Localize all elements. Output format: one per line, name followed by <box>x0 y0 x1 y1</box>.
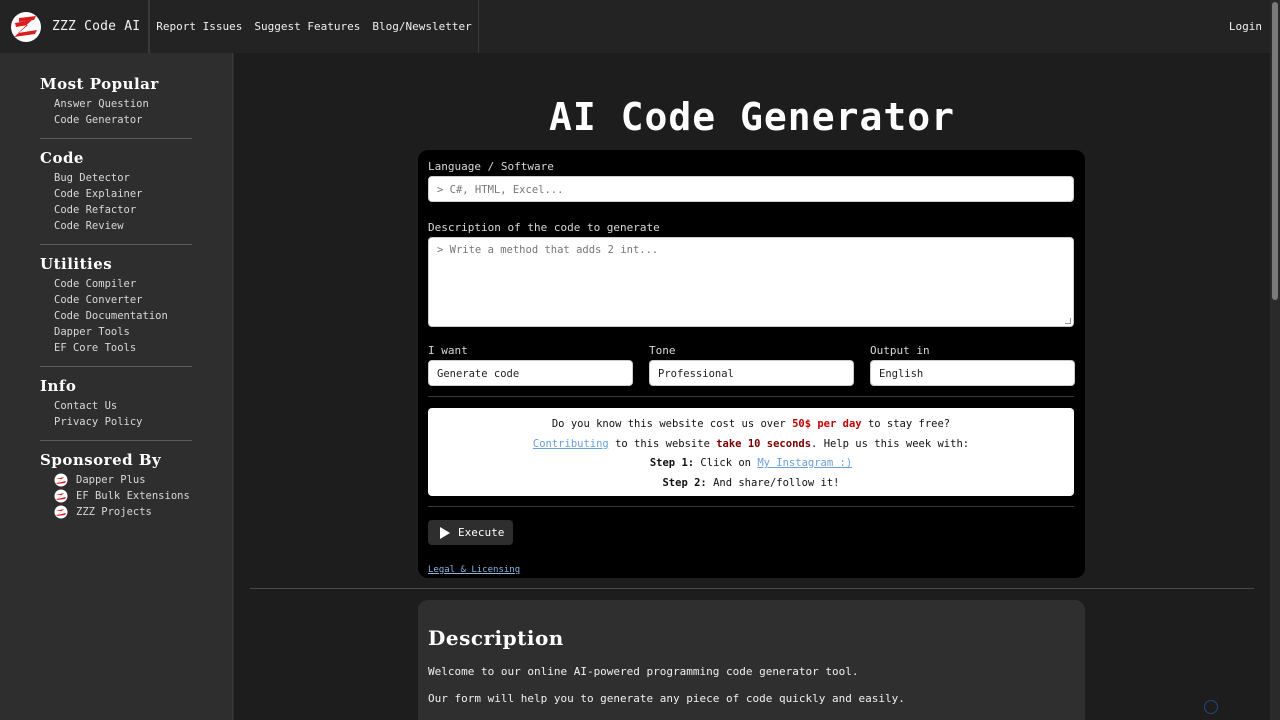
sidebar-item-code-generator[interactable]: Code Generator <box>54 112 192 128</box>
brand-link[interactable]: ZZZ Code AI <box>0 0 150 53</box>
sidebar-section-code: Code Bug Detector Code Explainer Code Re… <box>40 149 192 234</box>
sponsor-ef-bulk-extensions[interactable]: EF Bulk Extensions <box>54 488 192 504</box>
play-icon <box>440 526 450 539</box>
promo-cost: 50$ per day <box>792 418 862 430</box>
promo-text: Click on <box>694 457 758 469</box>
execute-label: Execute <box>458 526 505 539</box>
sponsor-label: Dapper Plus <box>76 474 146 486</box>
sponsor-label: ZZZ Projects <box>76 506 152 518</box>
sidebar-section-most-popular: Most Popular Answer Question Code Genera… <box>40 75 192 128</box>
sponsor-dapper-plus[interactable]: Dapper Plus <box>54 472 192 488</box>
description-paragraph: Welcome to our online AI-powered program… <box>428 665 859 678</box>
execute-button[interactable]: Execute <box>428 520 514 545</box>
nav-report-issues[interactable]: Report Issues <box>149 0 248 53</box>
sidebar-item-code-compiler[interactable]: Code Compiler <box>54 276 192 292</box>
support-notice: Do you know this website cost us over 50… <box>428 408 1074 496</box>
description-section: Description Welcome to our online AI-pow… <box>418 600 1085 720</box>
language-input[interactable]: > C#, HTML, Excel... <box>428 176 1074 202</box>
promo-text: And share/follow it! <box>706 476 840 489</box>
generator-form: Language / Software > C#, HTML, Excel...… <box>418 150 1085 578</box>
promo-text: . Help us this week with: <box>811 437 970 450</box>
tone-select[interactable]: Professional <box>649 360 854 386</box>
sidebar-item-dapper-tools[interactable]: Dapper Tools <box>54 324 192 340</box>
recaptcha-icon <box>1204 700 1218 714</box>
step2-label: Step 2: <box>662 476 707 489</box>
promo-text: to stay free? <box>861 418 951 430</box>
sidebar-item-answer-question[interactable]: Answer Question <box>54 96 192 112</box>
sidebar-section-info: Info Contact Us Privacy Policy <box>40 377 192 430</box>
promo-text: to this website <box>608 437 717 450</box>
sidebar-item-ef-core-tools[interactable]: EF Core Tools <box>54 340 192 356</box>
legal-licensing-link[interactable]: Legal & Licensing <box>428 565 1075 575</box>
sidebar-heading: Most Popular <box>40 75 159 93</box>
sidebar-divider <box>40 440 192 441</box>
output-language-select[interactable]: English <box>870 360 1075 386</box>
login-link[interactable]: Login <box>1229 0 1262 53</box>
options-row: I want Generate code Tone Professional O… <box>428 344 1075 386</box>
sidebar-divider <box>40 244 192 245</box>
nav-suggest-features[interactable]: Suggest Features <box>248 0 366 53</box>
sidebar-item-code-documentation[interactable]: Code Documentation <box>54 308 192 324</box>
step1-label: Step 1: <box>649 457 695 469</box>
top-nav: Report Issues Suggest Features Blog/News… <box>149 0 479 53</box>
description-textarea[interactable]: > Write a method that adds 2 int... <box>428 237 1074 327</box>
zzz-logo-icon <box>54 489 68 503</box>
sidebar-divider <box>40 366 192 367</box>
sidebar: Most Popular Answer Question Code Genera… <box>0 53 233 720</box>
sidebar-item-code-review[interactable]: Code Review <box>54 218 192 234</box>
instagram-link[interactable]: My Instagram :) <box>757 457 852 469</box>
output-label: Output in <box>870 344 930 357</box>
page-title: AI Code Generator <box>549 95 955 139</box>
want-label: I want <box>428 344 468 357</box>
want-select[interactable]: Generate code <box>428 360 633 386</box>
sidebar-heading: Code <box>40 149 84 167</box>
description-placeholder: > Write a method that adds 2 int... <box>437 244 659 256</box>
sidebar-item-bug-detector[interactable]: Bug Detector <box>54 170 192 186</box>
tone-label: Tone <box>649 344 676 357</box>
contributing-link[interactable]: Contributing <box>533 438 609 450</box>
section-divider <box>250 588 1254 589</box>
zzz-logo-icon <box>11 11 41 42</box>
resize-handle[interactable] <box>1065 318 1071 324</box>
sidebar-section-utilities: Utilities Code Compiler Code Converter C… <box>40 255 192 356</box>
description-label: Description of the code to generate <box>428 221 660 234</box>
sidebar-heading: Utilities <box>40 255 113 273</box>
promo-time: take 10 seconds <box>716 437 812 450</box>
promo-text: Do you know this website cost us over <box>551 418 793 430</box>
zzz-logo-icon <box>54 505 68 519</box>
sidebar-section-sponsored: Sponsored By Dapper Plus EF Bulk Extensi… <box>40 451 192 520</box>
nav-blog-newsletter[interactable]: Blog/Newsletter <box>366 0 477 53</box>
sidebar-item-privacy-policy[interactable]: Privacy Policy <box>54 414 192 430</box>
sidebar-heading: Info <box>40 377 77 395</box>
zzz-logo-icon <box>54 473 68 487</box>
sidebar-item-contact-us[interactable]: Contact Us <box>54 398 192 414</box>
sidebar-item-code-explainer[interactable]: Code Explainer <box>54 186 192 202</box>
main-content: AI Code Generator Language / Software > … <box>234 53 1270 720</box>
description-title: Description <box>428 626 564 650</box>
sponsor-zzz-projects[interactable]: ZZZ Projects <box>54 504 192 520</box>
brand-name: ZZZ Code AI <box>52 19 141 34</box>
top-navbar: ZZZ Code AI Report Issues Suggest Featur… <box>0 0 1270 53</box>
sidebar-heading: Sponsored By <box>40 451 162 469</box>
page-scrollbar[interactable] <box>1270 0 1280 720</box>
sidebar-divider <box>40 138 192 139</box>
sidebar-item-code-converter[interactable]: Code Converter <box>54 292 192 308</box>
description-paragraph: Our form will help you to generate any p… <box>428 692 905 705</box>
scrollbar-thumb[interactable] <box>1272 2 1278 300</box>
language-label: Language / Software <box>428 160 554 173</box>
sidebar-item-code-refactor[interactable]: Code Refactor <box>54 202 192 218</box>
sponsor-label: EF Bulk Extensions <box>76 490 190 502</box>
